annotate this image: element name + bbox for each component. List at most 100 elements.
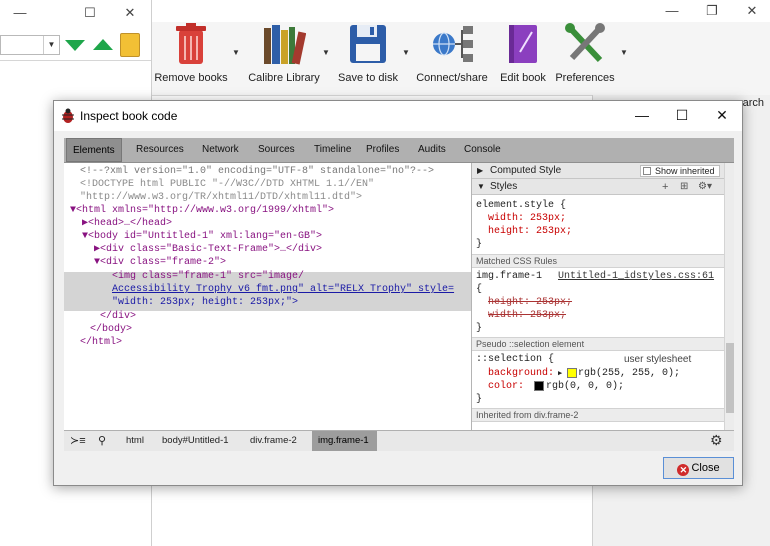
chevron-down-icon[interactable]: ▼ — [43, 36, 59, 54]
tab-network[interactable]: Network — [202, 138, 239, 162]
dom-tree-panel[interactable]: <!--?xml version="1.0" encoding="UTF-8" … — [64, 163, 471, 430]
main-titlebar: — ❐ ✕ — [152, 0, 770, 22]
code-line[interactable]: ▶<head>…</head> — [82, 217, 172, 230]
code-line[interactable]: </div> — [100, 310, 136, 323]
save-to-disk-button[interactable]: Save to disk — [338, 22, 398, 92]
rule-selector[interactable]: img.frame-1 — [476, 270, 542, 283]
style-rule-line[interactable]: width: 253px; — [488, 212, 566, 225]
gear-icon[interactable]: ⚙ — [710, 432, 723, 449]
preferences-label: Preferences — [555, 72, 615, 84]
breadcrumb-img[interactable]: img.frame-1 — [312, 431, 377, 451]
minimize-icon[interactable]: — — [12, 6, 28, 20]
style-rule-line[interactable]: height: 253px; — [488, 296, 572, 309]
style-rule-line[interactable]: } — [476, 322, 482, 335]
style-rule-line[interactable]: height: 253px; — [488, 225, 572, 238]
tab-timeline[interactable]: Timeline — [314, 138, 351, 162]
remove-books-button[interactable]: Remove books — [154, 22, 228, 92]
search-icon[interactable]: ⚲ — [98, 434, 106, 447]
color-swatch-black[interactable] — [534, 381, 544, 391]
rule-source-link[interactable]: Untitled-1_idstyles.css:61 — [558, 270, 714, 283]
pseudo-source: user stylesheet — [624, 354, 692, 365]
code-line[interactable]: "http://www.w3.org/TR/xhtml11/DTD/xhtml1… — [80, 191, 362, 204]
search-combo[interactable]: ▼ — [0, 35, 60, 55]
minimize-icon[interactable]: — — [664, 4, 680, 18]
style-property[interactable]: background: — [488, 367, 554, 380]
checkbox-icon[interactable] — [643, 167, 651, 175]
styles-header[interactable]: ▼ Styles + ⊞ ⚙▾ — [472, 179, 724, 195]
code-line[interactable]: ▼<div class="frame-2"> — [94, 256, 226, 269]
code-line[interactable]: <!--?xml version="1.0" encoding="UTF-8" … — [80, 165, 434, 178]
chevron-down-icon[interactable]: ▼ — [232, 48, 240, 57]
triangle-right-icon: ▶ — [477, 166, 484, 175]
code-line[interactable]: Accessibility Trophy v6 fmt.png" alt="RE… — [112, 283, 454, 296]
style-value[interactable]: rgb(0, 0, 0); — [546, 380, 624, 393]
trash-icon — [176, 23, 206, 64]
sidebar-scrollbar[interactable] — [724, 163, 734, 430]
tab-resources[interactable]: Resources — [136, 138, 184, 162]
tab-elements[interactable]: Elements — [66, 138, 122, 162]
tab-console[interactable]: Console — [464, 138, 501, 162]
edit-book-button[interactable]: Edit book — [500, 22, 546, 92]
show-inherited-checkbox[interactable]: Show inherited — [640, 165, 720, 177]
code-line[interactable]: ▼<html xmlns="http://www.w3.org/1999/xht… — [70, 204, 334, 217]
triangle-right-icon[interactable]: ▶ — [558, 369, 562, 378]
bug-icon — [62, 108, 74, 123]
chevron-down-icon[interactable]: ▼ — [402, 48, 410, 57]
code-line[interactable]: ▶<div class="Basic-Text-Frame">…</div> — [94, 243, 322, 256]
pseudo-selection-header: Pseudo ::selection element — [472, 337, 724, 351]
chevron-down-icon[interactable]: ▼ — [620, 48, 628, 57]
console-drawer-icon[interactable]: ≻≡ — [70, 434, 86, 447]
minimize-icon[interactable]: — — [632, 107, 652, 123]
breadcrumb-html[interactable]: html — [126, 431, 144, 451]
bookmark-icon[interactable] — [120, 33, 140, 57]
style-rule-line[interactable]: width: 253px; — [488, 309, 566, 322]
inspect-book-code-dialog: Inspect book code — ☐ ✕ Elements Resourc… — [53, 100, 743, 486]
chevron-down-icon[interactable]: ▼ — [322, 48, 330, 57]
triangle-down-icon: ▼ — [477, 182, 485, 191]
computed-style-label: Computed Style — [490, 165, 562, 176]
style-rule-line[interactable]: } — [476, 393, 482, 406]
code-line[interactable]: <!DOCTYPE html PUBLIC "-//W3C//DTD XHTML… — [80, 178, 374, 191]
calibre-library-button[interactable]: Calibre Library — [248, 22, 320, 92]
style-value[interactable]: rgb(255, 255, 0); — [578, 367, 680, 380]
close-icon[interactable]: ✕ — [744, 4, 760, 18]
connect-share-button[interactable]: Connect/share — [416, 22, 488, 92]
inspector-tab-bar: Elements Resources Network Sources Timel… — [64, 138, 734, 163]
scrollbar-thumb[interactable] — [726, 343, 734, 413]
tab-audits[interactable]: Audits — [418, 138, 446, 162]
code-line[interactable]: "width: 253px; height: 253px;"> — [112, 296, 298, 309]
preferences-button[interactable]: Preferences — [555, 22, 615, 92]
style-rule-line[interactable]: { — [476, 283, 482, 296]
code-line[interactable]: </body> — [90, 323, 132, 336]
maximize-icon[interactable]: ☐ — [672, 107, 692, 124]
library-icon — [264, 25, 307, 65]
tab-sources[interactable]: Sources — [258, 138, 295, 162]
breadcrumb-div[interactable]: div.frame-2 — [250, 431, 297, 451]
arrow-up-icon[interactable] — [93, 39, 113, 50]
tab-profiles[interactable]: Profiles — [366, 138, 399, 162]
close-icon[interactable]: ✕ — [122, 6, 138, 20]
dialog-titlebar: Inspect book code — ☐ ✕ — [54, 101, 742, 131]
arrow-down-icon[interactable] — [65, 40, 85, 51]
code-line[interactable]: <img class="frame-1" src="image/ — [112, 270, 304, 283]
code-line[interactable]: </html> — [80, 336, 122, 349]
style-rule-line[interactable]: } — [476, 238, 482, 251]
show-inherited-label: Show inherited — [655, 166, 715, 176]
gear-icon[interactable]: ⚙▾ — [698, 179, 712, 195]
computed-style-header[interactable]: ▶ Computed Style Show inherited — [472, 163, 724, 179]
restore-icon[interactable]: ❐ — [704, 4, 720, 18]
breadcrumb-body[interactable]: body#Untitled-1 — [162, 431, 229, 451]
code-line[interactable]: ▼<body id="Untitled-1" xml:lang="en-GB"> — [82, 230, 322, 243]
close-icon[interactable]: ✕ — [712, 107, 732, 124]
maximize-icon[interactable]: ☐ — [82, 6, 98, 20]
color-swatch-yellow[interactable] — [567, 368, 577, 378]
connect-share-label: Connect/share — [416, 72, 488, 84]
style-rule-line[interactable]: element.style { — [476, 199, 566, 212]
style-property[interactable]: color: — [488, 380, 524, 393]
floppy-disk-icon — [350, 25, 386, 63]
close-button-label: Close — [691, 462, 720, 474]
pseudo-selector[interactable]: ::selection { — [476, 353, 554, 366]
close-button[interactable]: ✕ Close — [663, 457, 734, 479]
element-state-icon[interactable]: ⊞ — [680, 179, 688, 195]
add-rule-icon[interactable]: + — [662, 179, 668, 195]
